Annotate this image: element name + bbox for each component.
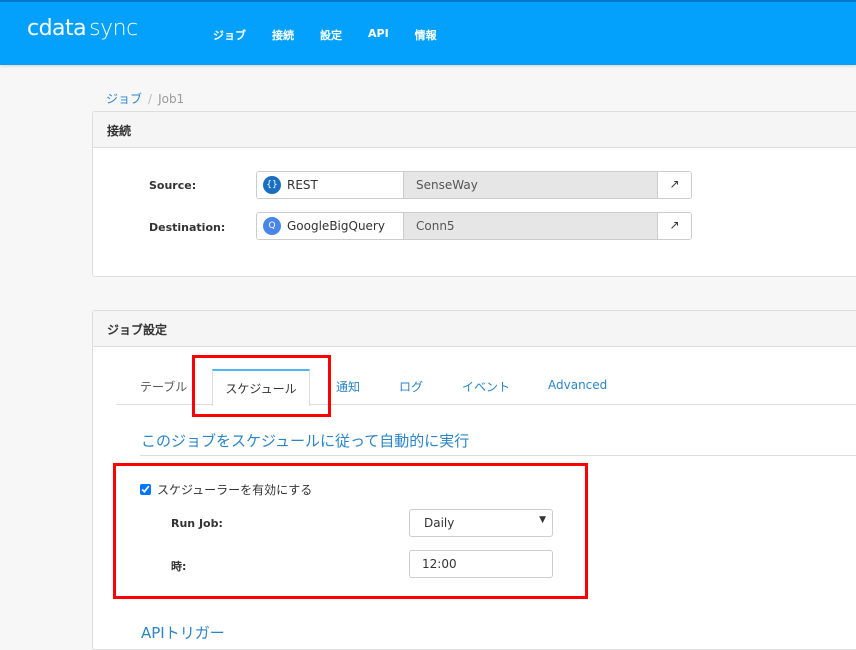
tab-advanced[interactable]: Advanced bbox=[548, 378, 607, 392]
nav-connections[interactable]: 接続 bbox=[272, 27, 294, 43]
logo-text: cdata bbox=[27, 16, 87, 41]
external-link-icon: ↗ bbox=[669, 177, 680, 191]
nav-api[interactable]: API bbox=[368, 27, 389, 43]
api-trigger-heading: APIトリガー bbox=[141, 624, 225, 642]
tab-tables[interactable]: テーブル bbox=[140, 378, 187, 395]
highlight-box-tab bbox=[192, 355, 331, 417]
breadcrumb-current: Job1 bbox=[158, 92, 185, 106]
source-connection-name: SenseWay bbox=[404, 172, 657, 198]
source-provider: {} REST bbox=[257, 172, 404, 198]
logo-sub-text: sync bbox=[89, 16, 138, 41]
destination-connection-group: Q GoogleBigQuery Conn5 ↗ bbox=[256, 212, 692, 240]
external-link-icon: ↗ bbox=[669, 218, 680, 232]
highlight-box-schedule bbox=[113, 463, 588, 599]
open-source-connection-button[interactable]: ↗ bbox=[657, 172, 691, 198]
schedule-heading: このジョブをスケジュールに従って自動的に実行 bbox=[141, 432, 470, 450]
source-provider-name: REST bbox=[287, 178, 318, 192]
nav-info[interactable]: 情報 bbox=[415, 27, 437, 43]
nav-settings[interactable]: 設定 bbox=[320, 27, 342, 43]
main-nav: ジョブ 接続 設定 API 情報 bbox=[213, 27, 463, 43]
tab-events[interactable]: イベント bbox=[462, 378, 510, 395]
breadcrumb-separator: / bbox=[148, 92, 153, 106]
job-settings-panel-title: ジョブ設定 bbox=[93, 311, 856, 347]
destination-provider: Q GoogleBigQuery bbox=[257, 213, 404, 239]
divider bbox=[140, 455, 856, 456]
open-destination-connection-button[interactable]: ↗ bbox=[657, 213, 691, 239]
top-navbar: cdata sync ジョブ 接続 設定 API 情報 bbox=[0, 0, 856, 65]
bigquery-icon: Q bbox=[263, 217, 281, 235]
breadcrumb: ジョブ / Job1 bbox=[106, 90, 184, 107]
destination-label: Destination: bbox=[149, 221, 226, 234]
breadcrumb-jobs-link[interactable]: ジョブ bbox=[106, 92, 142, 106]
destination-connection-name: Conn5 bbox=[404, 213, 657, 239]
cdata-sync-logo[interactable]: cdata sync bbox=[27, 16, 138, 41]
destination-provider-name: GoogleBigQuery bbox=[287, 219, 385, 233]
tab-logs[interactable]: ログ bbox=[399, 378, 423, 395]
rest-icon: {} bbox=[263, 176, 281, 194]
nav-jobs[interactable]: ジョブ bbox=[213, 27, 246, 43]
connections-panel-title: 接続 bbox=[93, 112, 856, 148]
tab-notifications[interactable]: 通知 bbox=[336, 378, 360, 395]
source-label: Source: bbox=[149, 179, 197, 192]
source-connection-group: {} REST SenseWay ↗ bbox=[256, 171, 692, 199]
